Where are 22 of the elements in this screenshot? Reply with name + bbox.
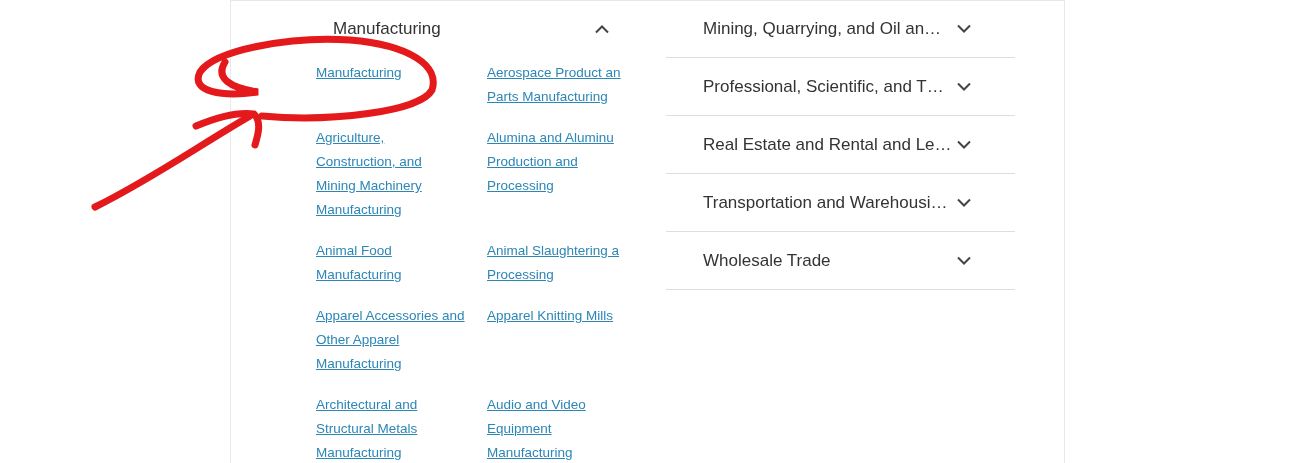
accordion-row[interactable]: Wholesale Trade — [666, 232, 1015, 290]
chevron-down-icon — [957, 140, 971, 149]
industry-link[interactable]: Aerospace Product an Parts Manufacturing — [487, 61, 621, 109]
industry-link[interactable]: Architectural and Structural Metals Manufacturing — [316, 393, 418, 463]
chevron-up-icon — [595, 24, 609, 34]
industry-link[interactable]: Agriculture, Construction, and Mining Machinery Manufacturing — [316, 126, 422, 222]
accordion-row[interactable]: Real Estate and Rental and Le… — [666, 116, 1015, 174]
chevron-down-icon — [957, 24, 971, 33]
chevron-down-icon — [957, 198, 971, 207]
accordion-row[interactable]: Transportation and Warehousi… — [666, 174, 1015, 232]
industry-link[interactable]: Animal Food Manufacturing — [316, 239, 402, 287]
industry-link[interactable]: Animal Slaughtering a Processing — [487, 239, 620, 287]
accordion-header[interactable]: Manufacturing — [333, 0, 618, 58]
chevron-down-icon — [957, 82, 971, 91]
accordion-row[interactable]: Professional, Scientific, and T… — [666, 58, 1015, 116]
industry-link[interactable]: Apparel Knitting Mills — [487, 304, 614, 328]
accordion-row[interactable]: Mining, Quarrying, and Oil an… — [666, 0, 1015, 58]
industry-link[interactable]: Alumina and Aluminu Production and Processing — [487, 126, 614, 198]
chevron-down-icon — [957, 256, 971, 265]
industry-link[interactable]: Apparel Accessories and Other Apparel Manufacturing — [316, 304, 465, 376]
industry-link[interactable]: Audio and Video Equipment Manufacturing — [487, 393, 586, 463]
industry-link[interactable]: Manufacturing — [316, 61, 402, 85]
